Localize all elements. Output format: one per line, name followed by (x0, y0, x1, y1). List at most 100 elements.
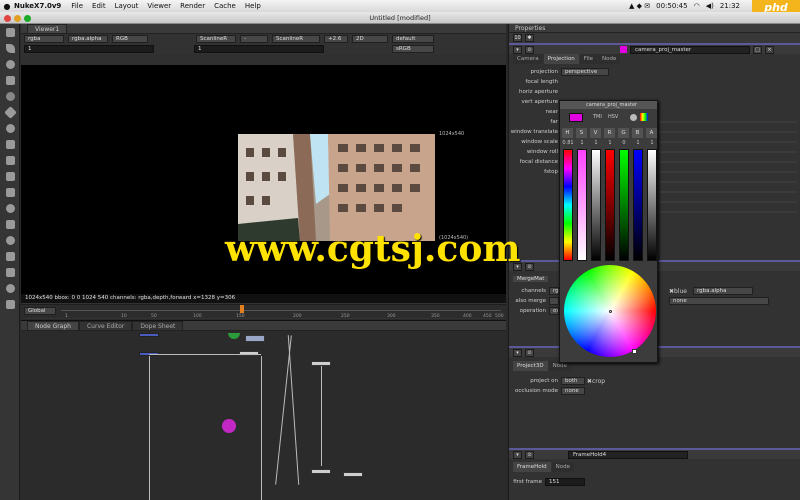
hsv-toggle[interactable]: HSV (608, 114, 618, 120)
toolbar-filter-button[interactable] (0, 104, 20, 120)
also-merge-dropdown[interactable]: none (669, 297, 769, 305)
value-s[interactable]: 1 (576, 140, 588, 146)
menu-help[interactable]: Help (245, 2, 261, 10)
graph-node[interactable] (311, 469, 331, 474)
tab-file[interactable]: File (579, 54, 598, 64)
toolbar-3d-button[interactable] (0, 168, 20, 184)
first-frame-field[interactable]: 151 (545, 478, 585, 486)
channels-dropdown[interactable]: rgba (24, 35, 64, 43)
menu-layout[interactable]: Layout (115, 2, 139, 10)
apple-icon[interactable]: ● (0, 2, 14, 11)
alpha-slider[interactable] (647, 149, 657, 261)
color-wheel[interactable] (564, 265, 656, 357)
tab-node[interactable]: Node (551, 462, 575, 472)
project-on-dropdown[interactable]: both (561, 377, 585, 385)
collapse-icon[interactable]: ▾ (513, 450, 522, 459)
toolbar-channel-button[interactable] (0, 72, 20, 88)
node-graph-panel[interactable]: Node Graph Curve Editor Dope Sheet (21, 320, 506, 500)
toolbar-color-button[interactable] (0, 88, 20, 104)
toolbar-particles-button[interactable] (0, 200, 20, 216)
lock-icon[interactable]: ✱ (525, 34, 534, 42)
eyedropper-icon[interactable] (630, 114, 637, 121)
value-h[interactable]: 0.81 (562, 140, 574, 146)
saturation-slider[interactable] (577, 149, 587, 261)
toolbar-views-button[interactable] (0, 184, 20, 200)
tmi-toggle[interactable]: TMI (593, 114, 602, 120)
menu-viewer[interactable]: Viewer (147, 2, 171, 10)
crop-checkbox[interactable]: ✖ (585, 378, 592, 385)
toolbar-ofx-button[interactable] (0, 280, 20, 296)
frame-field-a[interactable]: 1 (24, 45, 154, 53)
value-slider[interactable] (591, 149, 601, 261)
toolbar-transform-button[interactable] (0, 152, 20, 168)
range-dropdown[interactable]: Global (24, 307, 56, 315)
graph-node[interactable] (139, 333, 159, 337)
center-icon[interactable]: ⊙ (525, 348, 534, 357)
close-window-button[interactable] (4, 15, 11, 22)
operation-dropdown[interactable]: over (549, 307, 559, 315)
red-slider[interactable] (605, 149, 615, 261)
value-g[interactable]: 0 (618, 140, 630, 146)
graph-node[interactable] (245, 335, 265, 342)
input-b-dropdown[interactable]: ScanlineR (272, 35, 320, 43)
tab-node[interactable]: Node (598, 54, 621, 64)
node-name-field[interactable]: camera_proj_master (630, 45, 750, 54)
knob-sliders-area[interactable] (659, 114, 799, 234)
frame-field-b[interactable]: 1 (194, 45, 324, 53)
toolbar-gizmo-button[interactable] (0, 296, 20, 312)
palette-icon[interactable] (640, 113, 648, 121)
zoom-window-button[interactable] (24, 15, 31, 22)
minimize-window-button[interactable] (14, 15, 21, 22)
toolbar-furnace-button[interactable] (0, 264, 20, 280)
tab-camera[interactable]: Camera (513, 54, 543, 64)
also-merge-dropdown-a[interactable] (549, 297, 559, 305)
toolbar-other-button[interactable] (0, 248, 20, 264)
gain-dropdown[interactable]: +2.6 (324, 35, 348, 43)
wheel-selection-marker[interactable] (632, 349, 637, 354)
tab-dope-sheet[interactable]: Dope Sheet (132, 321, 184, 330)
colorspace-dropdown[interactable]: sRGB (392, 45, 434, 53)
volume-icon[interactable]: ◀) (706, 2, 714, 10)
alpha-dropdown[interactable]: rgba.alpha (68, 35, 108, 43)
compare-mode-dropdown[interactable]: - (240, 35, 268, 43)
green-slider[interactable] (619, 149, 629, 261)
channels-dropdown[interactable]: rgb (549, 287, 562, 295)
value-v[interactable]: 1 (590, 140, 602, 146)
playhead[interactable] (240, 305, 244, 313)
graph-node[interactable] (343, 472, 363, 477)
view-mode-dropdown[interactable]: 2D (352, 35, 388, 43)
node-name-field[interactable]: FrameHold4 (568, 450, 688, 459)
center-icon[interactable]: ⊙ (525, 450, 534, 459)
toolbar-deep-button[interactable] (0, 216, 20, 232)
menu-edit[interactable]: Edit (92, 2, 106, 10)
close-icon[interactable]: × (765, 45, 774, 54)
center-icon[interactable]: ⊙ (525, 262, 534, 271)
blue-slider[interactable] (633, 149, 643, 261)
tab-framehold[interactable]: FrameHold (513, 462, 551, 472)
float-icon[interactable]: □ (753, 45, 762, 54)
hue-slider[interactable] (563, 149, 573, 261)
input-a-dropdown[interactable]: ScanlineR (196, 35, 236, 43)
picker-current-swatch[interactable] (569, 113, 583, 122)
timeline[interactable]: Global 1 10 50 100 150 200 250 300 350 4… (21, 304, 506, 319)
tab-projection[interactable]: Projection (543, 54, 579, 64)
menu-file[interactable]: File (71, 2, 83, 10)
proxy-dropdown[interactable]: default (392, 35, 434, 43)
max-panels-field[interactable]: 10 (513, 34, 522, 42)
app-menu[interactable]: NukeX7.0v9 (14, 2, 61, 10)
tab-viewer1[interactable]: Viewer1 (27, 24, 68, 33)
toolbar-time-button[interactable] (0, 56, 20, 72)
projection-dropdown[interactable]: perspective (561, 68, 609, 76)
occlusion-dropdown[interactable]: none (561, 387, 585, 395)
value-r[interactable]: 1 (604, 140, 616, 146)
tab-node-graph[interactable]: Node Graph (27, 321, 79, 330)
value-a[interactable]: 1 (646, 140, 658, 146)
toolbar-draw-button[interactable] (0, 40, 20, 56)
toolbar-image-button[interactable] (0, 24, 20, 40)
toolbar-merge-button[interactable] (0, 136, 20, 152)
menu-cache[interactable]: Cache (214, 2, 236, 10)
collapse-icon[interactable]: ▾ (513, 348, 522, 357)
center-icon[interactable]: ⊙ (525, 45, 534, 54)
graph-node-green[interactable] (228, 333, 240, 339)
alpha-channel-dropdown[interactable]: rgba.alpha (693, 287, 754, 295)
